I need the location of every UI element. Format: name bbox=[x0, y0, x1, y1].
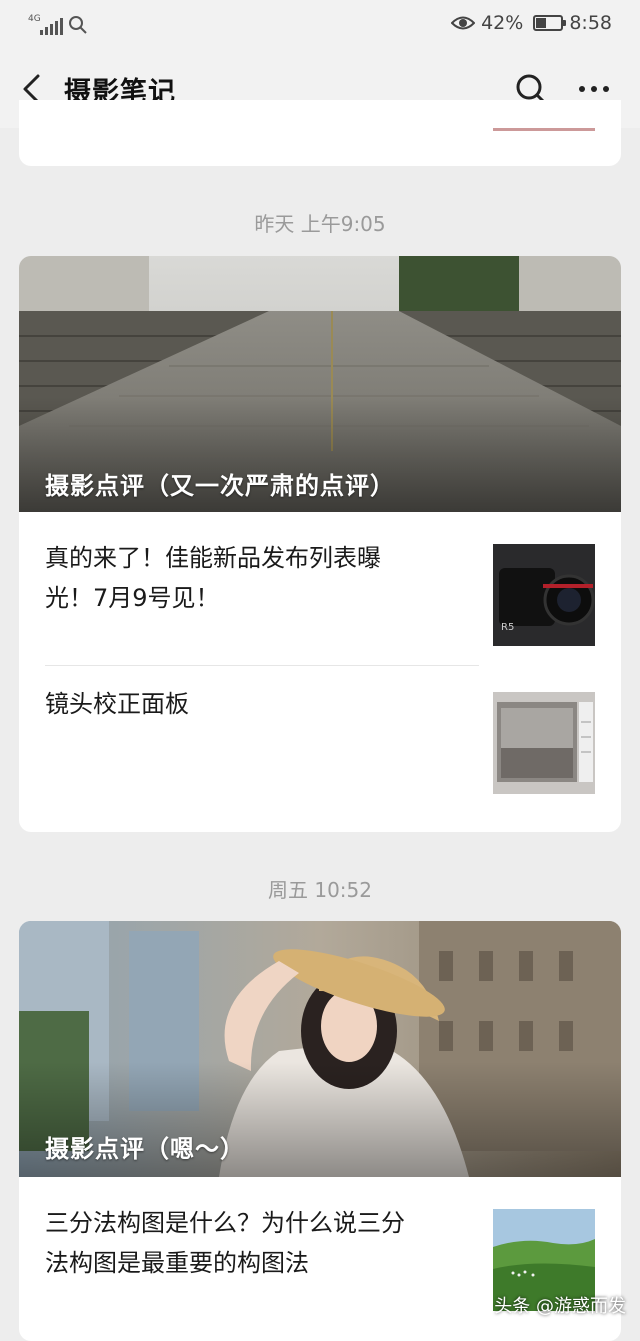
article-group-card: 摄影点评（嗯～） 三分法构图是什么？为什么说三分 法构图是最重要的构图法 bbox=[19, 921, 621, 1341]
article-title-line: 镜头校正面板 bbox=[45, 690, 189, 718]
status-right: 42% 8:58 bbox=[451, 12, 612, 34]
article-title: 镜头校正面板 bbox=[45, 684, 465, 724]
watermark: 头条 @游惑而发 bbox=[494, 1296, 626, 1317]
article-item[interactable]: 镜头校正面板 bbox=[19, 666, 621, 832]
camera-thumbnail-image: R5 bbox=[493, 544, 595, 646]
eye-icon bbox=[451, 16, 476, 30]
svg-text:R5: R5 bbox=[501, 622, 514, 633]
cover-article[interactable]: 摄影点评（又一次严肃的点评） bbox=[19, 256, 621, 512]
cover-article[interactable]: 摄影点评（嗯～） bbox=[19, 921, 621, 1177]
previous-article-card[interactable] bbox=[19, 100, 621, 166]
battery-percent: 42% bbox=[481, 12, 524, 34]
article-title-line: 法构图是最重要的构图法 bbox=[45, 1249, 309, 1277]
article-thumbnail bbox=[493, 692, 595, 794]
article-title-line: 三分法构图是什么？为什么说三分 bbox=[45, 1209, 405, 1237]
cover-title: 摄影点评（嗯～） bbox=[45, 1135, 245, 1163]
article-thumbnail: R5 bbox=[493, 544, 595, 646]
previous-thumbnail bbox=[493, 100, 595, 131]
status-search-icon bbox=[69, 16, 87, 34]
signal-icon: 4G bbox=[28, 14, 63, 36]
article-title-line: 真的来了！佳能新品发布列表曝 bbox=[45, 544, 381, 572]
article-title: 真的来了！佳能新品发布列表曝 光！7月9号见！ bbox=[45, 538, 465, 618]
status-bar: 4G 42% 8:58 bbox=[0, 0, 640, 50]
more-icon[interactable] bbox=[576, 76, 612, 102]
clock: 8:58 bbox=[569, 12, 612, 34]
lens-panel-thumbnail-image bbox=[493, 692, 595, 794]
article-title: 三分法构图是什么？为什么说三分 法构图是最重要的构图法 bbox=[45, 1203, 465, 1283]
cover-title: 摄影点评（又一次严肃的点评） bbox=[45, 472, 395, 500]
status-left: 4G bbox=[28, 14, 88, 36]
timestamp: 周五 10:52 bbox=[268, 878, 372, 902]
battery-icon bbox=[533, 15, 567, 31]
network-label: 4G bbox=[28, 14, 41, 24]
article-item[interactable]: 真的来了！佳能新品发布列表曝 光！7月9号见！ R5 bbox=[19, 512, 621, 664]
article-group-card: 摄影点评（又一次严肃的点评） 真的来了！佳能新品发布列表曝 光！7月9号见！ R… bbox=[19, 256, 621, 832]
timestamp: 昨天 上午9:05 bbox=[254, 212, 386, 236]
article-title-line: 光！7月9号见！ bbox=[45, 584, 220, 612]
battery-fill bbox=[536, 18, 547, 28]
